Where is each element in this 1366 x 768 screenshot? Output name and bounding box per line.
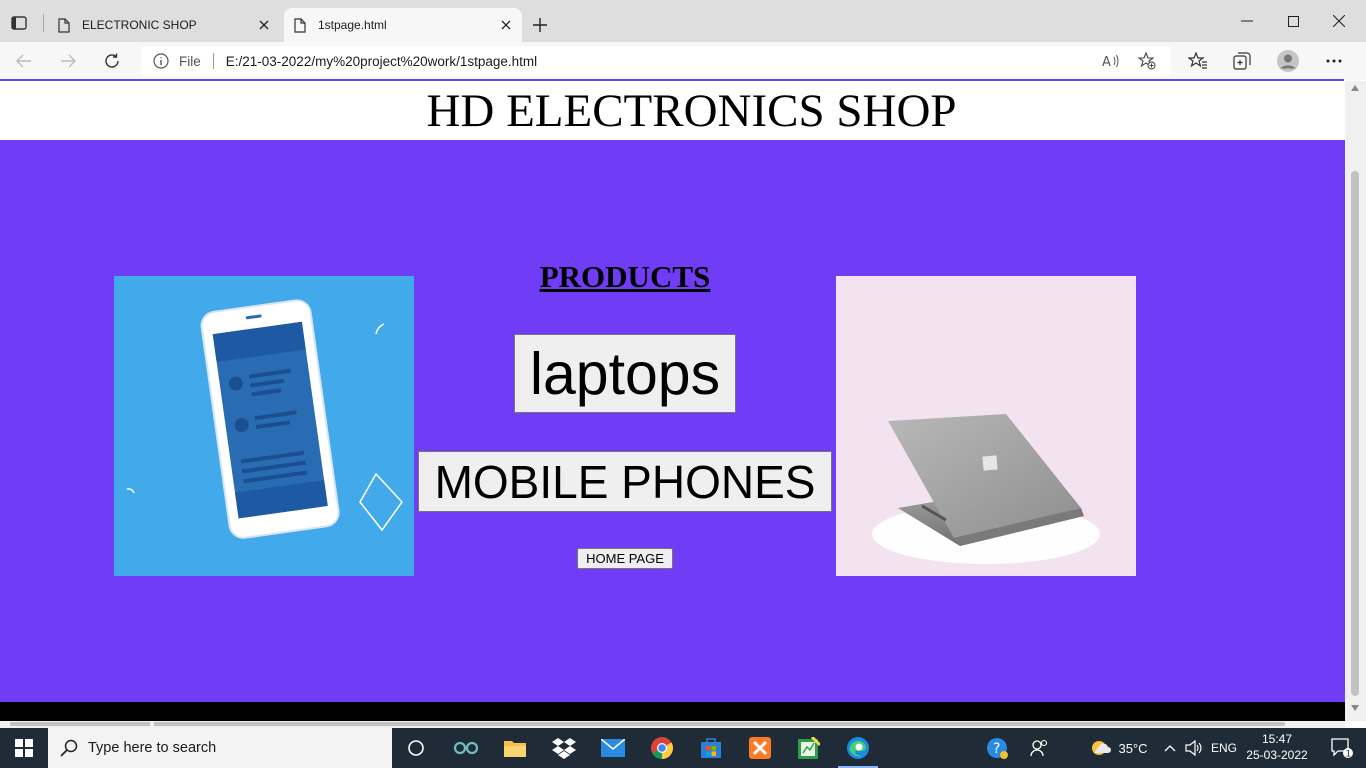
more-options-icon[interactable] [1320, 48, 1348, 74]
weather-widget[interactable]: 35°C [1084, 728, 1154, 768]
tab-actions-icon[interactable] [8, 12, 30, 34]
page-viewport: HD ELECTRONICS SHOP PRODUCTS laptops MOB… [0, 81, 1345, 721]
tab-1stpage[interactable]: 1stpage.html [284, 8, 522, 42]
laptop-image [836, 276, 1136, 576]
windows-taskbar: Type here to search ? 35°C ENG 15:47 25-… [0, 728, 1366, 768]
address-bar[interactable]: File E:/21-03-2022/my%20project%20work/1… [141, 46, 1171, 76]
help-icon[interactable]: ? [982, 728, 1012, 768]
page-icon [294, 17, 308, 33]
tab-label: 1stpage.html [318, 18, 387, 32]
file-explorer-icon[interactable] [491, 728, 539, 768]
tab-separator [43, 14, 44, 32]
windows-start-icon[interactable] [0, 728, 48, 768]
refresh-icon[interactable] [97, 47, 127, 75]
scrollbar-thumb[interactable] [10, 722, 1285, 726]
scrollbar-divider [150, 721, 154, 728]
favorites-icon[interactable] [1184, 48, 1212, 74]
page-title: HD ELECTRONICS SHOP [426, 85, 957, 137]
browser-tab-bar: ELECTRONIC SHOP 1stpage.html [0, 0, 1366, 42]
tab-electronic-shop[interactable]: ELECTRONIC SHOP [48, 8, 280, 42]
new-tab-icon[interactable] [528, 13, 552, 37]
page-footer [0, 702, 1345, 721]
clock-time: 15:47 [1261, 732, 1293, 746]
taskbar-clock[interactable]: 15:47 25-03-2022 [1240, 731, 1314, 763]
forward-icon[interactable] [53, 47, 83, 75]
notification-count: 1 [1346, 750, 1352, 760]
notes-app-icon[interactable] [785, 728, 833, 768]
notification-center-icon[interactable]: 1 [1318, 728, 1366, 768]
edge-icon[interactable] [834, 728, 882, 768]
chrome-icon[interactable] [638, 728, 686, 768]
add-favorite-icon[interactable] [1135, 49, 1159, 73]
minimize-icon[interactable] [1224, 6, 1270, 36]
temperature: 35°C [1118, 740, 1148, 756]
arduino-icon[interactable] [442, 728, 490, 768]
divider [212, 53, 214, 69]
taskbar-search-box[interactable]: Type here to search [48, 728, 392, 768]
mobile-phones-button[interactable]: MOBILE PHONES [418, 451, 832, 512]
back-icon[interactable] [9, 47, 39, 75]
task-view-icon[interactable] [392, 728, 440, 768]
show-hidden-icons-icon[interactable] [1160, 728, 1180, 768]
browser-toolbar: File E:/21-03-2022/my%20project%20work/1… [0, 42, 1366, 80]
close-tab-icon[interactable] [494, 13, 518, 37]
dropbox-icon[interactable] [540, 728, 588, 768]
url-text[interactable]: E:/21-03-2022/my%20project%20work/1stpag… [226, 54, 1099, 69]
home-page-button[interactable]: HOME PAGE [577, 548, 673, 569]
vertical-scrollbar[interactable] [1345, 81, 1366, 721]
scheme-label: File [179, 53, 201, 69]
scroll-down-icon[interactable] [1351, 705, 1359, 711]
language-label: ENG [1210, 741, 1237, 755]
smartphone-image [114, 276, 414, 576]
scrollbar-thumb[interactable] [1351, 171, 1359, 696]
laptops-button[interactable]: laptops [514, 334, 736, 413]
clock-date: 25-03-2022 [1246, 748, 1308, 762]
microsoft-store-icon[interactable] [687, 728, 735, 768]
page-header: HD ELECTRONICS SHOP [0, 81, 1345, 140]
info-icon[interactable] [153, 53, 169, 69]
mail-icon[interactable] [589, 728, 637, 768]
maximize-icon[interactable] [1270, 6, 1316, 36]
svg-text:A: A [1102, 55, 1111, 69]
scroll-up-icon[interactable] [1351, 85, 1359, 91]
page-icon [58, 17, 72, 33]
people-icon[interactable] [1024, 728, 1054, 768]
tab-label: ELECTRONIC SHOP [82, 18, 197, 32]
read-aloud-icon[interactable]: A [1099, 49, 1123, 73]
profile-avatar[interactable] [1274, 48, 1302, 74]
collections-icon[interactable] [1228, 48, 1256, 74]
xampp-icon[interactable] [736, 728, 784, 768]
horizontal-scrollbar[interactable] [0, 721, 1345, 728]
volume-icon[interactable] [1182, 728, 1206, 768]
search-icon [60, 739, 78, 757]
search-placeholder: Type here to search [88, 740, 217, 756]
close-window-icon[interactable] [1316, 6, 1362, 36]
svg-text:?: ? [993, 741, 1000, 757]
close-tab-icon[interactable] [252, 13, 276, 37]
language-indicator[interactable]: ENG [1208, 728, 1240, 768]
weather-icon [1092, 741, 1112, 755]
products-heading: PRODUCTS [539, 259, 711, 294]
